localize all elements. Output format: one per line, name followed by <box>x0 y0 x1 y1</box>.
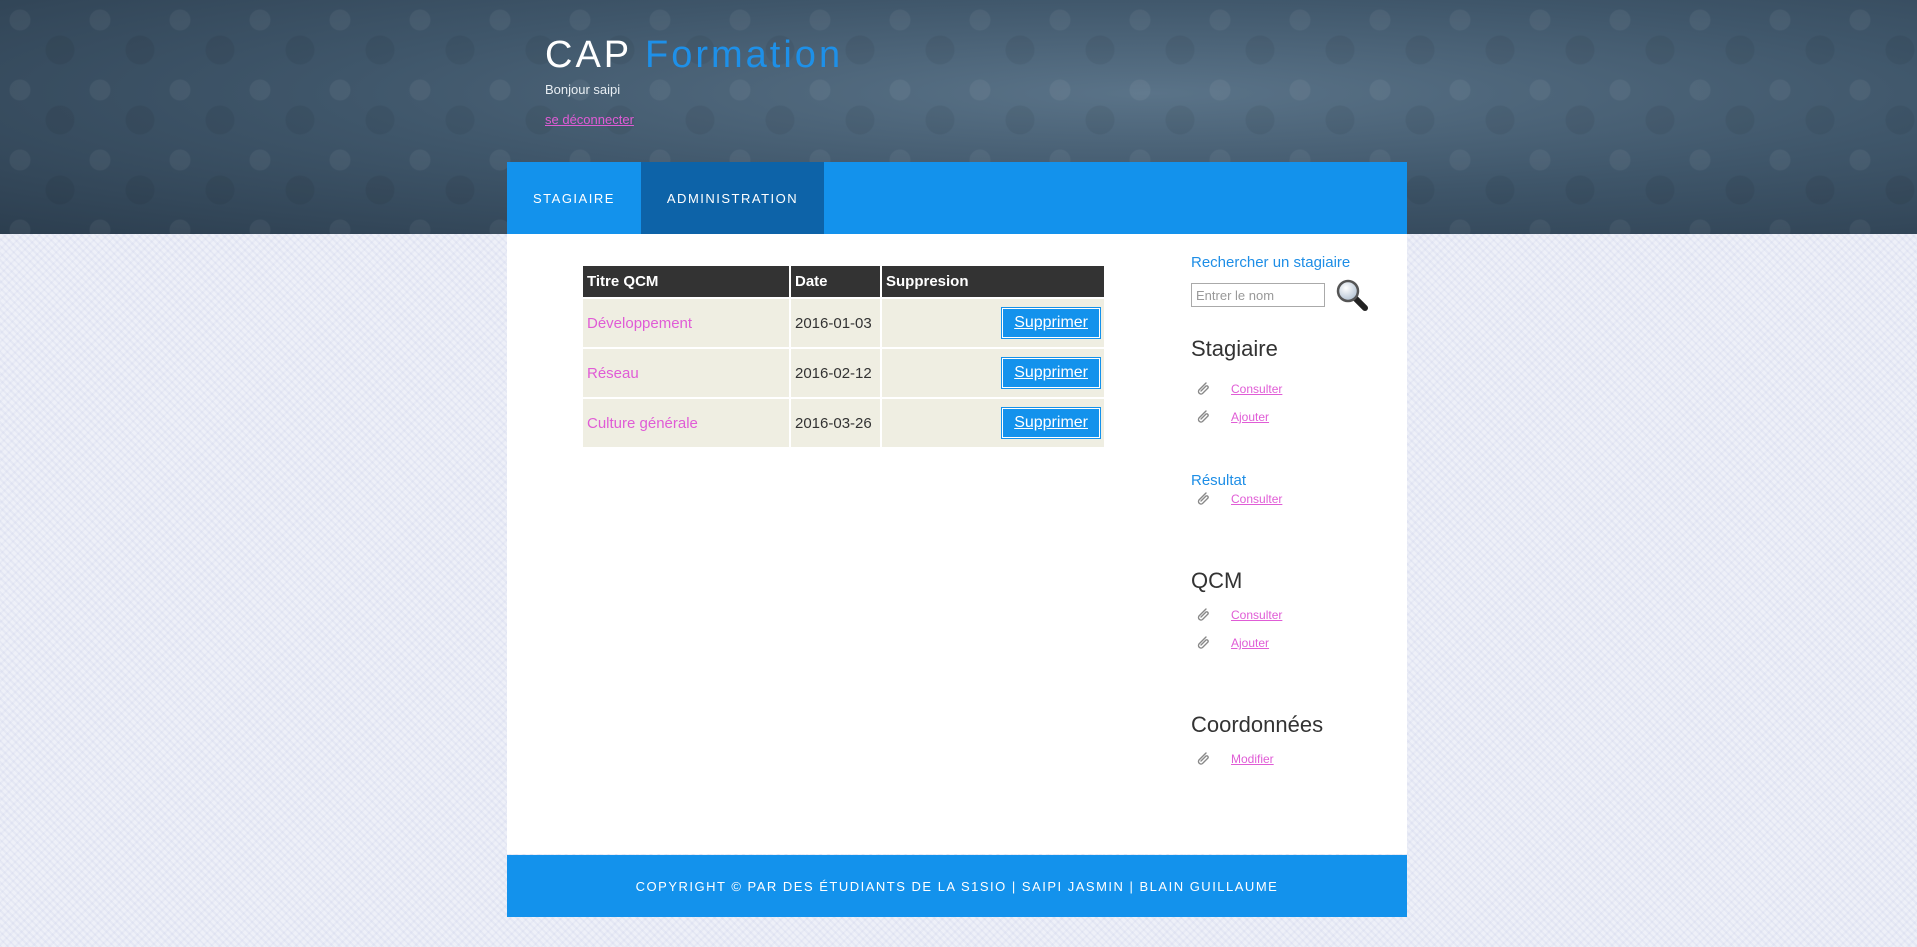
qcm-title-cell[interactable]: Culture générale <box>583 399 789 447</box>
section-title-qcm: QCM <box>1191 568 1243 593</box>
resultat-consulter-link[interactable]: Consulter <box>1231 492 1282 506</box>
footer: COPYRIGHT © PAR DES ÉTUDIANTS DE LA S1SI… <box>507 855 1407 917</box>
table-header-row: Titre QCM Date Suppresion <box>583 266 1104 297</box>
list-item: Consulter <box>1191 489 1282 509</box>
paperclip-icon <box>1197 492 1209 505</box>
column-header-delete: Suppresion <box>882 266 1104 297</box>
logout-link[interactable]: se déconnecter <box>545 112 634 127</box>
column-header-date: Date <box>791 266 880 297</box>
footer-copyright: COPYRIGHT © PAR DES ÉTUDIANTS DE LA S1SI… <box>635 878 1279 894</box>
qcm-action-cell: Supprimer <box>882 349 1104 397</box>
site-title-accent: Formation <box>645 34 844 76</box>
delete-button[interactable]: Supprimer <box>1001 307 1101 339</box>
qcm-table: Titre QCM Date Suppresion Développement … <box>581 264 1106 449</box>
list-item: Modifier <box>1191 749 1274 769</box>
table-row: Culture générale 2016-03-26 Supprimer <box>583 399 1104 447</box>
qcm-ajouter-link[interactable]: Ajouter <box>1231 636 1269 650</box>
search-title: Rechercher un stagiaire <box>1191 254 1351 271</box>
paperclip-icon <box>1197 410 1209 423</box>
list-item: Ajouter <box>1191 407 1269 427</box>
search-input[interactable] <box>1191 283 1325 307</box>
search-icon[interactable] <box>1335 278 1369 312</box>
qcm-action-cell: Supprimer <box>882 399 1104 447</box>
qcm-date-cell: 2016-03-26 <box>791 399 880 447</box>
section-title-resultat: Résultat <box>1191 472 1247 489</box>
main-content: Titre QCM Date Suppresion Développement … <box>507 234 1407 854</box>
nav-item-administration[interactable]: ADMINISTRATION <box>640 162 825 234</box>
section-title-coordonnees: Coordonnées <box>1191 712 1324 737</box>
qcm-consulter-link[interactable]: Consulter <box>1231 608 1282 622</box>
column-header-title: Titre QCM <box>583 266 789 297</box>
paperclip-icon <box>1197 636 1209 649</box>
list-item: Consulter <box>1191 379 1282 399</box>
table-row: Développement 2016-01-03 Supprimer <box>583 299 1104 347</box>
site-title: CAP Formation <box>545 34 843 77</box>
paperclip-icon <box>1197 382 1209 395</box>
qcm-date-cell: 2016-02-12 <box>791 349 880 397</box>
delete-button[interactable]: Supprimer <box>1001 407 1101 439</box>
list-item: Consulter <box>1191 605 1282 625</box>
greeting-text: Bonjour saipi <box>545 82 621 97</box>
coordonnees-modifier-link[interactable]: Modifier <box>1231 752 1274 766</box>
site-title-main: CAP <box>545 34 632 76</box>
qcm-action-cell: Supprimer <box>882 299 1104 347</box>
delete-button[interactable]: Supprimer <box>1001 357 1101 389</box>
stagiaire-ajouter-link[interactable]: Ajouter <box>1231 410 1269 424</box>
qcm-title-cell[interactable]: Réseau <box>583 349 789 397</box>
main-nav: STAGIAIRE ADMINISTRATION <box>507 162 1407 234</box>
table-row: Réseau 2016-02-12 Supprimer <box>583 349 1104 397</box>
stagiaire-consulter-link[interactable]: Consulter <box>1231 382 1282 396</box>
list-item: Ajouter <box>1191 633 1269 653</box>
paperclip-icon <box>1197 752 1209 765</box>
qcm-title-cell[interactable]: Développement <box>583 299 789 347</box>
qcm-date-cell: 2016-01-03 <box>791 299 880 347</box>
paperclip-icon <box>1197 608 1209 621</box>
section-title-stagiaire: Stagiaire <box>1191 336 1278 361</box>
nav-item-stagiaire[interactable]: STAGIAIRE <box>507 162 641 234</box>
